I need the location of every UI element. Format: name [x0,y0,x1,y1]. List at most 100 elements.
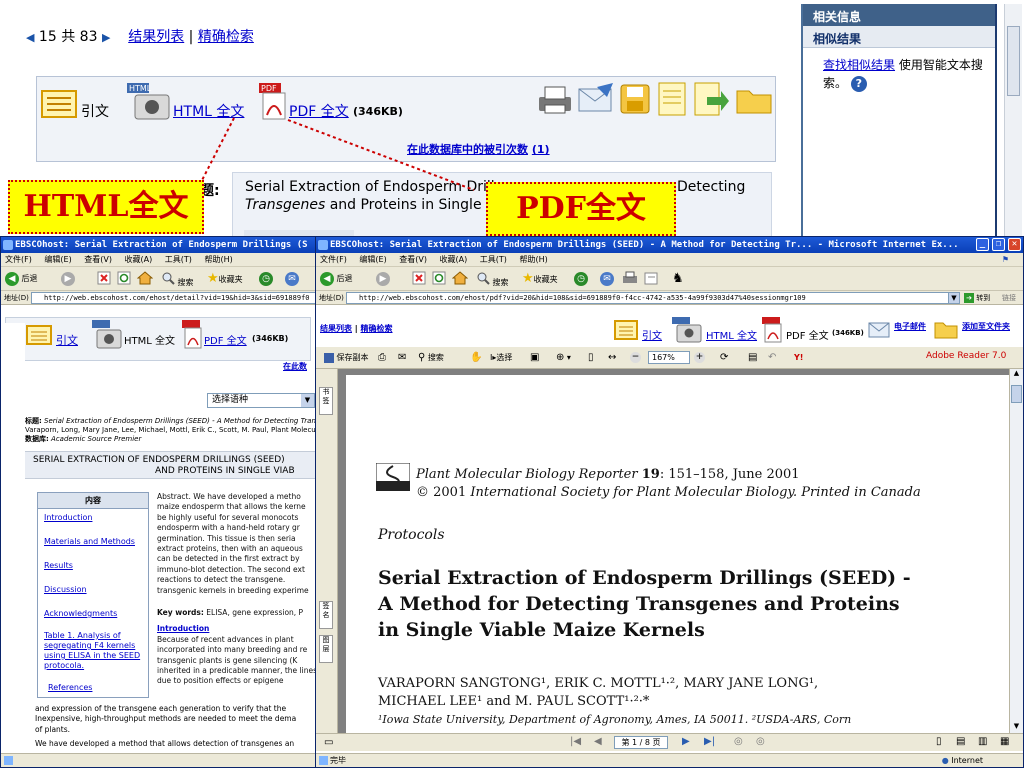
menu-file[interactable]: 文件(F) [5,255,32,264]
toc-item-materials[interactable]: Materials and Methods [38,527,148,551]
left-citation-link[interactable]: 引文 [56,332,78,348]
favorites-button[interactable]: ★收藏夹 [207,271,243,287]
scroll-up-icon[interactable]: ▲ [1011,369,1022,380]
left-pdf-link[interactable]: PDF 全文 [204,332,247,347]
refresh-button[interactable] [117,271,131,287]
home-button[interactable] [451,271,469,287]
zoom-tool-button[interactable]: ⊕ ▾ [556,350,571,366]
pdf-frame-html-link[interactable]: HTML 全文 [706,327,757,342]
pdf-frame-email-link[interactable]: 电子邮件 [894,321,926,332]
language-select[interactable]: 选择语种 ▼ [207,393,315,408]
menu-file[interactable]: 文件(F) [320,255,347,264]
pdf-email-button[interactable]: ✉ [398,350,406,366]
url-dropdown-icon[interactable]: ▼ [948,292,960,304]
results-list-link[interactable]: 结果列表 [320,324,352,333]
save-copy-button[interactable]: 保存副本 [324,350,369,366]
previous-page-icon[interactable]: ◀ [594,736,602,747]
menu-edit[interactable]: 编辑(E) [44,255,71,264]
toc-item-acknowledgments[interactable]: Acknowledgments [38,599,148,623]
go-next-view-icon[interactable]: ◎ [756,736,765,747]
intro-heading-link[interactable]: Introduction [157,624,209,633]
yahoo-button[interactable]: Y! [794,350,803,366]
menu-edit[interactable]: 编辑(E) [359,255,386,264]
menu-view[interactable]: 查看(V) [84,255,112,264]
help-icon[interactable]: ? [850,75,867,92]
edit-button[interactable] [644,271,660,287]
close-button[interactable]: ✕ [1008,238,1021,251]
menu-view[interactable]: 查看(V) [399,255,427,264]
go-previous-view-icon[interactable]: ◎ [734,736,743,747]
mail-button[interactable]: ✉ [600,271,614,287]
maximize-button[interactable]: ❐ [992,238,1005,251]
first-page-icon[interactable]: |◀ [570,736,581,747]
scrollbar-thumb[interactable] [1007,26,1020,96]
left-times-cited-link[interactable]: 在此数 [283,361,307,372]
menu-favorites[interactable]: 收藏(A) [440,255,468,264]
snapshot-button[interactable]: ▣ [530,350,539,366]
pdf-scroll-thumb[interactable] [1011,385,1022,403]
page-scrollbar[interactable] [1004,4,1022,236]
history-button[interactable]: ◷ [259,271,273,287]
refresh-button[interactable] [432,271,446,287]
back-button[interactable]: ◀ 后退 [5,271,38,287]
pdf-frame-citation-link[interactable]: 引文 [642,327,662,342]
favorites-button[interactable]: ★收藏夹 [522,271,558,287]
search-button[interactable]: 搜索 [476,271,509,287]
zoom-level-field[interactable]: 167% [648,351,690,364]
pdf-print-button[interactable]: ⎙ [378,350,386,366]
messenger-button[interactable]: ♞ [672,271,684,287]
mail-button[interactable]: ✉ [285,271,299,287]
fit-width-button[interactable]: ↔ [608,350,616,366]
stop-button[interactable] [412,271,426,287]
forward-button[interactable]: ▶ [376,271,390,287]
pdf-frame-add-folder-link[interactable]: 添加至文件夹 [962,321,1010,332]
next-page-icon[interactable]: ▶ [682,736,690,747]
pdf-frame-citation-icon[interactable] [614,319,638,344]
select-tool-button[interactable]: I▸选择 [490,350,512,366]
home-button[interactable] [136,271,154,287]
facing-page-icon[interactable]: ▥ [978,736,987,747]
scroll-down-icon[interactable]: ▼ [1011,722,1022,733]
toc-item-results[interactable]: Results [38,551,148,575]
continuous-page-icon[interactable]: ▤ [956,736,965,747]
left-url-field[interactable]: http://web.ebscohost.com/ehost/detail?vi… [31,292,317,304]
zoom-in-button[interactable]: + [694,350,705,366]
pdf-frame-email-icon[interactable] [868,319,892,342]
toc-item-discussion[interactable]: Discussion [38,575,148,599]
single-page-icon[interactable]: ▯ [936,736,942,747]
forward-button[interactable]: ▶ [61,271,75,287]
left-window-titlebar[interactable]: EBSCOhost: Serial Extraction of Endosper… [1,237,317,253]
last-page-icon[interactable]: ▶| [704,736,715,747]
refine-search-link[interactable]: 精确检索 [361,324,393,333]
pdf-vertical-scrollbar[interactable]: ▲ ▼ [1009,369,1023,733]
menu-tools[interactable]: 工具(T) [165,255,192,264]
continuous-facing-icon[interactable]: ▦ [1000,736,1009,747]
right-window-titlebar[interactable]: EBSCOhost: Serial Extraction of Endosper… [316,237,1023,253]
comment-button[interactable]: ▤ [748,350,757,366]
zoom-out-button[interactable]: − [630,350,641,366]
print-button[interactable] [622,271,638,287]
pdf-frame-folder-icon[interactable] [934,319,958,342]
pdf-frame-html-icon[interactable] [672,317,704,346]
go-button[interactable]: ➔ 转到 [964,291,990,305]
links-label[interactable]: 链接 [1002,291,1016,305]
hand-tool-button[interactable]: ✋ [470,350,482,366]
find-similar-link[interactable]: 查找相似结果 [823,58,895,72]
search-button[interactable]: 搜索 [161,271,194,287]
left-citation-icon[interactable] [26,324,52,349]
left-pdf-icon[interactable] [182,320,204,353]
right-url-field[interactable]: http://web.ebscohost.com/ehost/pdf?vid=2… [346,292,958,304]
fit-page-button[interactable]: ▯ [588,350,594,366]
toc-item-references[interactable]: References [38,675,148,697]
pdf-search-button[interactable]: ⚲ 搜索 [418,350,444,366]
rotate-button[interactable]: ⟳ [720,350,728,366]
signatures-tab[interactable]: 签名 [319,601,333,629]
menu-help[interactable]: 帮助(H) [519,255,547,264]
menu-tools[interactable]: 工具(T) [480,255,507,264]
undo-button[interactable]: ↶ [768,350,776,366]
page-indicator[interactable]: 第 1 / 8 页 [614,736,668,749]
toc-item-introduction[interactable]: Introduction [38,509,148,527]
menu-help[interactable]: 帮助(H) [204,255,232,264]
bookmarks-tab[interactable]: 书签 [319,387,333,415]
pdf-document-area[interactable]: Plant Molecular Biology Reporter 19: 151… [338,369,1010,733]
